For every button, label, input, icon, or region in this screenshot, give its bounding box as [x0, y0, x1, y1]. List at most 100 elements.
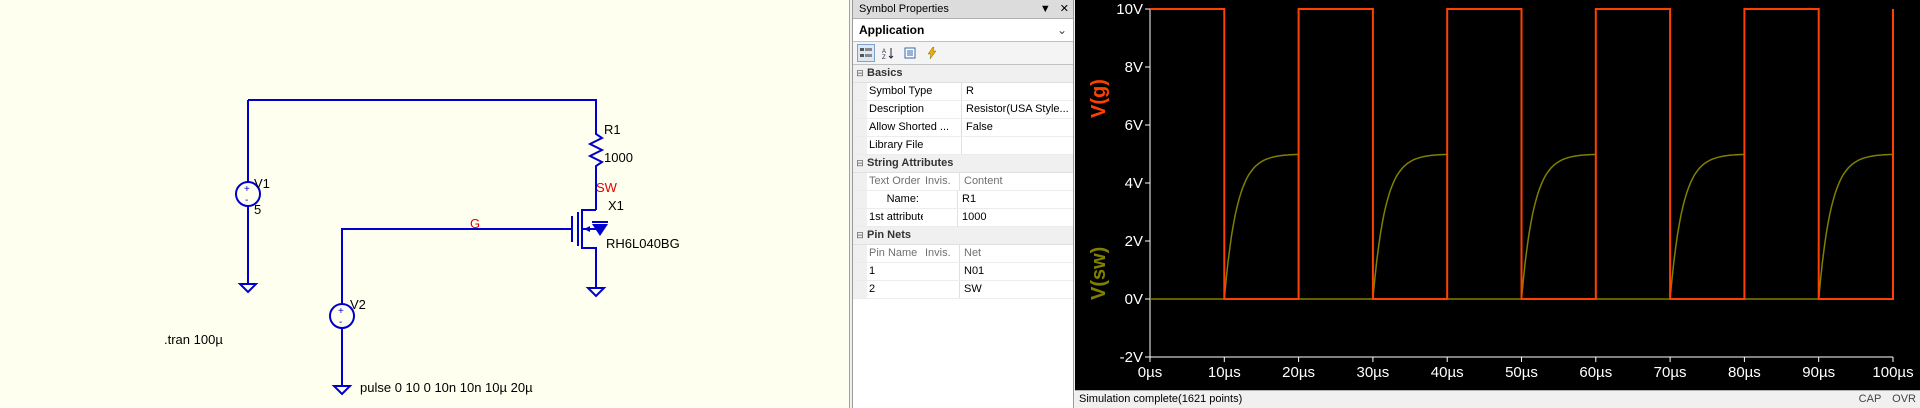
property-key: Symbol Type — [867, 83, 962, 100]
x-tick-label: 50µs — [1505, 364, 1538, 381]
collapse-icon[interactable]: ⊟ — [853, 155, 867, 172]
overwrite-indicator: OVR — [1892, 393, 1916, 405]
property-value[interactable]: False — [962, 119, 1073, 136]
v1-name[interactable]: V1 — [254, 176, 270, 191]
category-select[interactable]: Application ⌄ — [853, 19, 1073, 42]
header-text-order: Text Order — [869, 175, 921, 187]
net-label-g[interactable]: G — [470, 216, 480, 231]
chevron-down-icon: ⌄ — [1056, 23, 1067, 37]
properties-toolbar: AZ — [853, 42, 1073, 65]
collapse-icon[interactable]: ⊟ — [853, 227, 867, 244]
waveform-plot[interactable]: 10V8V6V4V2V0V-2V0µs 10µs 20µs 30µs 40µs 50µs 6… — [1075, 0, 1920, 390]
category-value: Application — [859, 23, 925, 37]
spice-directive[interactable]: .tran 100µ — [164, 332, 223, 347]
property-row[interactable]: Description Resistor(USA Style... — [853, 101, 1073, 119]
y-tick-label: 6V — [1125, 117, 1143, 134]
panel-titlebar: Symbol Properties ▼ ✕ — [853, 0, 1073, 19]
r1-symbol — [587, 128, 605, 186]
attribute-row[interactable]: Name: R1 — [853, 191, 1073, 209]
section-string-attributes[interactable]: ⊟ String Attributes — [853, 155, 1073, 173]
y-tick-label: 10V — [1116, 1, 1143, 18]
pin-net-row[interactable]: 2 SW — [853, 281, 1073, 299]
section-pin-nets[interactable]: ⊟ Pin Nets — [853, 227, 1073, 245]
v2-value[interactable]: pulse 0 10 0 10n 10n 10µ 20µ — [360, 380, 533, 395]
section-basics[interactable]: ⊟ Basics — [853, 65, 1073, 83]
pin-net-row[interactable]: 1 N01 — [853, 263, 1073, 281]
property-value[interactable] — [962, 137, 1073, 154]
dropdown-arrow-icon[interactable]: ▼ — [1040, 3, 1051, 15]
categorized-view-icon[interactable] — [857, 44, 875, 62]
ground-v1 — [237, 283, 259, 294]
property-key: Description — [867, 101, 962, 118]
x-tick-label: 40µs — [1431, 364, 1464, 381]
waveform-viewer[interactable]: 10V 8V 6V 4V 2V 0V -2V 0µs 10µs 20µs 30µs 40µs 50µs 6… — [1075, 0, 1920, 390]
attribute-invis[interactable] — [923, 209, 958, 226]
header-net: Net — [964, 247, 982, 259]
section-pin-nets-label: Pin Nets — [867, 229, 912, 241]
net-label-sw[interactable]: SW — [596, 180, 617, 195]
pin-invis[interactable] — [925, 263, 960, 280]
panel-title: Symbol Properties — [859, 3, 949, 15]
wire-gate — [341, 228, 572, 304]
y-tick-label: 0V — [1125, 291, 1143, 308]
y-tick-label: 4V — [1125, 175, 1143, 192]
header-pin-name: Pin Name — [869, 247, 918, 259]
x-tick-label: 20µs — [1282, 364, 1315, 381]
schematic-canvas[interactable]: + - + - — [0, 0, 850, 408]
trace-v-g[interactable] — [1150, 8, 1894, 300]
wire-top — [248, 99, 597, 128]
pin-invis[interactable] — [925, 281, 960, 298]
header-invis: Invis. — [925, 173, 960, 190]
x-tick-label: 10µs — [1208, 364, 1241, 381]
property-row[interactable]: Library File — [853, 137, 1073, 155]
header-invis: Invis. — [925, 245, 960, 262]
collapse-icon[interactable]: ⊟ — [853, 65, 867, 82]
svg-text:-: - — [245, 195, 248, 206]
close-icon[interactable]: ✕ — [1060, 3, 1069, 15]
pin-net[interactable]: N01 — [960, 263, 1073, 280]
svg-text:Z: Z — [882, 55, 886, 59]
attribute-name: 1st attribute — [869, 211, 923, 223]
y-tick-label: 8V — [1125, 59, 1143, 76]
pin-nets-header: Pin Name Invis. Net — [853, 245, 1073, 263]
status-bar: Simulation complete(1621 points) CAP OVR — [1075, 390, 1920, 408]
property-pages-icon[interactable] — [901, 44, 919, 62]
property-key: Library File — [867, 137, 962, 154]
y-tick-label: 2V — [1125, 233, 1143, 250]
trace-label-v-sw[interactable]: V(sw) — [1088, 247, 1110, 300]
trace-label-v-g[interactable]: V(g) — [1088, 79, 1110, 118]
pin-name: 2 — [869, 283, 876, 295]
pin-name: 1 — [869, 265, 876, 277]
status-indicators: CAP OVR — [1851, 391, 1916, 408]
attribute-content[interactable]: 1000 — [958, 209, 1073, 226]
svg-text:+: + — [244, 184, 250, 195]
events-lightning-icon[interactable] — [923, 44, 941, 62]
property-row[interactable]: Allow Shorted ... False — [853, 119, 1073, 137]
svg-text:-: - — [339, 317, 342, 328]
ground-x1 — [585, 287, 607, 298]
v2-name[interactable]: V2 — [350, 297, 366, 312]
string-attributes-header: Text Order Invis. Content — [853, 173, 1073, 191]
alphabetical-sort-icon[interactable]: AZ — [879, 44, 897, 62]
attribute-row[interactable]: 1st attribute 1000 — [853, 209, 1073, 227]
x-tick-label: 30µs — [1356, 364, 1389, 381]
x1-value[interactable]: RH6L040BG — [606, 236, 680, 251]
property-value[interactable]: Resistor(USA Style... — [962, 101, 1073, 118]
schematic-editor[interactable]: + - + - V1 5 V2 pulse 0 10 0 10n 10n 10µ… — [0, 0, 850, 408]
x1-name[interactable]: X1 — [608, 198, 624, 213]
x-tick-label: 70µs — [1654, 364, 1687, 381]
symbol-properties-panel: Symbol Properties ▼ ✕ Application ⌄ AZ ⊟… — [852, 0, 1074, 408]
section-basics-label: Basics — [867, 67, 903, 79]
x-tick-label: 90µs — [1802, 364, 1835, 381]
pin-net[interactable]: SW — [960, 281, 1073, 298]
ground-v2 — [331, 385, 353, 396]
property-value[interactable]: R — [962, 83, 1073, 100]
r1-name[interactable]: R1 — [604, 122, 621, 137]
status-message: Simulation complete(1621 points) — [1079, 393, 1243, 405]
attribute-invis[interactable] — [923, 191, 958, 208]
attribute-content[interactable]: R1 — [958, 191, 1073, 208]
x-tick-label: 100µs — [1872, 364, 1913, 381]
v1-value[interactable]: 5 — [254, 202, 261, 217]
property-row[interactable]: Symbol Type R — [853, 83, 1073, 101]
r1-value[interactable]: 1000 — [604, 150, 633, 165]
